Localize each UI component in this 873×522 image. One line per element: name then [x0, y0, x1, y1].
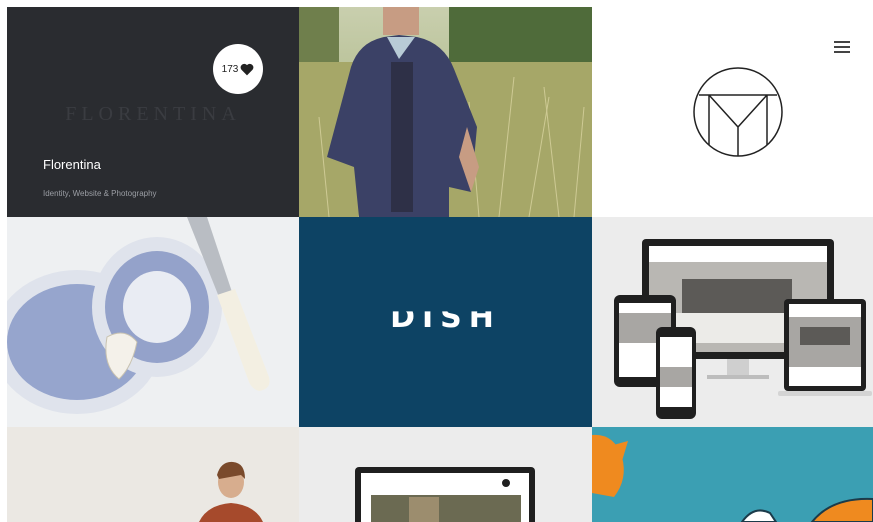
like-count: 173: [221, 63, 239, 75]
project-tile-china-plates[interactable]: [7, 217, 299, 427]
man-in-field-photo: [299, 7, 592, 217]
project-tile-dish[interactable]: DISH: [299, 217, 592, 427]
florentina-faint-logo: FLORENTINA: [65, 103, 241, 125]
monogram-logo-icon: [693, 67, 783, 157]
project-title: Florentina: [43, 157, 101, 172]
illustration-art: [592, 427, 873, 522]
project-tile-illustration[interactable]: [592, 427, 873, 522]
project-tile-man-in-field[interactable]: [299, 7, 592, 217]
dish-logo: DISH: [390, 300, 501, 335]
project-tile-website-mockup[interactable]: [299, 427, 592, 522]
heart-icon: [240, 63, 254, 75]
china-plates-photo: [7, 217, 299, 427]
portrait-photo: [7, 427, 299, 522]
project-tile-responsive-mockup[interactable]: [592, 217, 873, 427]
hamburger-menu-icon[interactable]: [834, 41, 850, 53]
website-mockup: [299, 427, 592, 522]
project-tile-portrait[interactable]: [7, 427, 299, 522]
brand-tile-monogram: [592, 7, 873, 217]
project-subtitle: Identity, Website & Photography: [43, 189, 157, 198]
responsive-devices-mockup: [592, 217, 873, 427]
like-badge[interactable]: 173: [213, 44, 263, 94]
project-tile-florentina[interactable]: FLORENTINA 173 Florentina Identity, Webs…: [7, 7, 299, 217]
